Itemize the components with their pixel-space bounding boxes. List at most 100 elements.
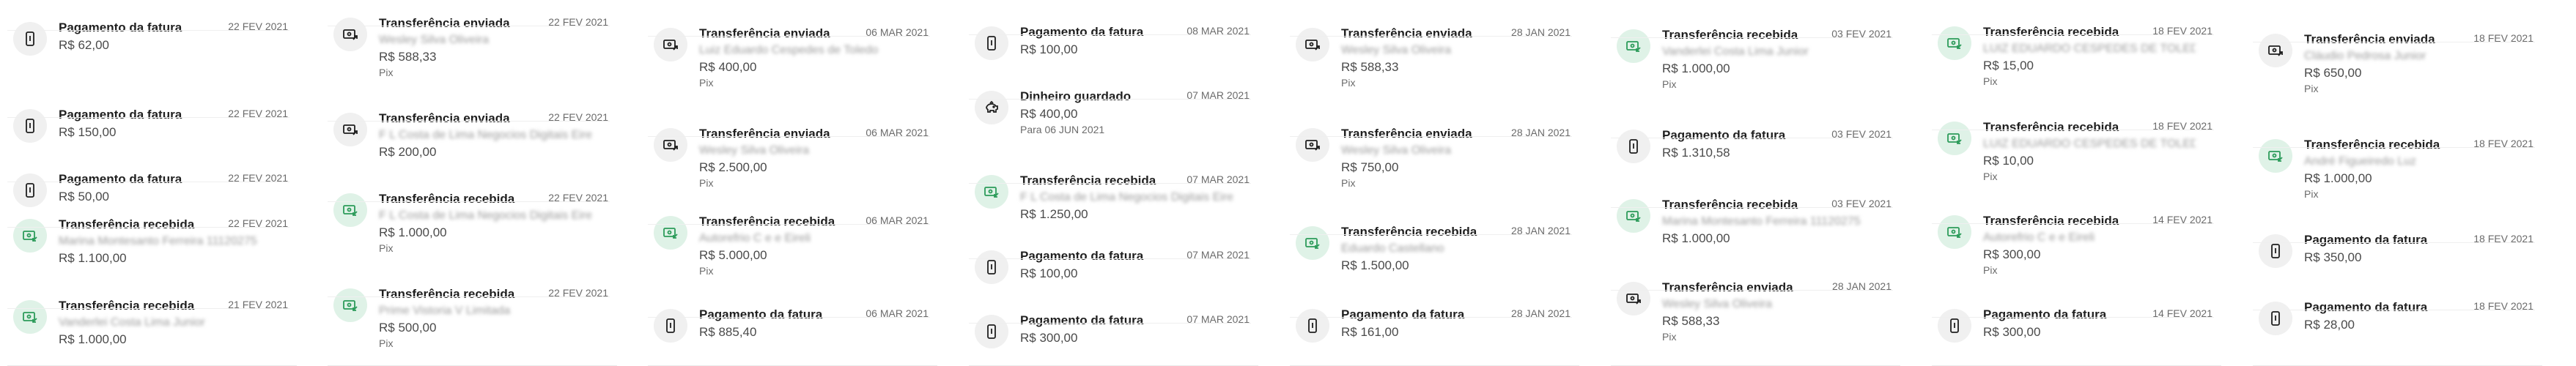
- icon: [333, 288, 367, 322]
- transaction-date: 21 FEV 2021: [228, 299, 288, 310]
- transaction-amount: R$ 62,00: [59, 38, 109, 52]
- counterparty-name: LUIZ EDUARDO CESPEDES DE TOLEDO: [1983, 138, 2196, 150]
- transaction-amount: R$ 1.500,00: [1341, 258, 1409, 272]
- transaction-date: 28 JAN 2021: [1511, 26, 1571, 38]
- transaction-date: 22 FEV 2021: [228, 108, 288, 119]
- statement-column: Transferência enviada 18 FEV 2021 Cláudio …: [2253, 0, 2542, 366]
- phone-invoice-icon: [26, 183, 34, 198]
- transaction-title: Transferência enviada: [1341, 127, 1472, 141]
- transaction-date: 06 MAR 2021: [866, 214, 929, 226]
- transaction-amount: R$ 500,00: [379, 321, 437, 335]
- undefined: [1947, 38, 1962, 49]
- transaction-amount: R$ 1.000,00: [1662, 61, 1730, 75]
- transaction-amount: R$ 300,00: [1983, 247, 2041, 261]
- icon: [1617, 199, 1650, 233]
- transaction-amount: R$ 588,33: [1341, 60, 1399, 74]
- payment-method: Pix: [379, 242, 394, 254]
- transaction-amount: R$ 1.310,58: [1662, 146, 1730, 160]
- counterparty-name: Wesley Silva Oliveira: [1341, 44, 1451, 56]
- phone-invoice-icon: [26, 119, 34, 133]
- phone-invoice-icon: [1938, 309, 1971, 343]
- payment-method: Pix: [379, 67, 394, 78]
- phone-invoice-icon: [13, 22, 47, 56]
- counterparty-name: Vanderlei Costa Lima Junior: [1662, 45, 1809, 58]
- payment-method: Pix: [379, 337, 394, 349]
- transaction-date: 28 JAN 2021: [1832, 280, 1892, 292]
- statement-column: Transferência recebida 03 FEV 2021 Vanderl…: [1611, 0, 1900, 366]
- transaction-title: Pagamento da fatura: [1020, 249, 1144, 263]
- transaction-date: 03 FEV 2021: [1831, 198, 1892, 209]
- undefined: [1305, 40, 1320, 51]
- transaction-title: Transferência recebida: [1983, 120, 2119, 134]
- transaction-date: 22 FEV 2021: [228, 217, 288, 229]
- transaction-date: 28 JAN 2021: [1511, 127, 1571, 138]
- savings-target-date: Para 06 JUN 2021: [1020, 124, 1105, 135]
- undefined: [1947, 227, 1962, 238]
- transaction-amount: R$ 150,00: [59, 125, 117, 139]
- transaction-date: 14 FEV 2021: [2152, 307, 2213, 319]
- transaction-amount: R$ 100,00: [1020, 266, 1078, 280]
- transaction-date: 28 JAN 2021: [1511, 307, 1571, 319]
- transaction-amount: R$ 1.100,00: [59, 251, 127, 265]
- undefined: [663, 140, 678, 151]
- payment-method: Pix: [1341, 77, 1356, 89]
- phone-invoice-icon: [1296, 309, 1329, 343]
- transaction-amount: R$ 300,00: [1020, 331, 1078, 345]
- counterparty-name: Autorefrio C e e Eireli: [699, 232, 811, 244]
- statement-column: Transferência enviada 22 FEV 2021 Wesley S…: [328, 0, 617, 366]
- icon: [654, 216, 687, 250]
- piggy-bank-icon: [986, 100, 998, 113]
- phone-invoice-icon: [2271, 244, 2280, 258]
- payment-method: Pix: [1983, 264, 1998, 276]
- transaction-title: Transferência recebida: [59, 217, 195, 231]
- statement-column: Transferência enviada 28 JAN 2021 Wesley S…: [1290, 0, 1579, 366]
- phone-invoice-icon: [975, 250, 1008, 284]
- undefined: [23, 231, 37, 242]
- transaction-title: Transferência recebida: [1341, 225, 1477, 239]
- transaction-date: 06 MAR 2021: [866, 127, 929, 138]
- phone-invoice-icon: [26, 31, 34, 46]
- statement-column: Transferência enviada 06 MAR 2021 Luiz Edu…: [648, 0, 937, 366]
- transaction-amount: R$ 1.000,00: [1662, 231, 1730, 245]
- icon: [2259, 139, 2292, 173]
- phone-invoice-icon: [2259, 234, 2292, 268]
- transaction-title: Pagamento da fatura: [2304, 233, 2428, 247]
- transaction-date: 07 MAR 2021: [1186, 313, 1250, 325]
- phone-invoice-icon: [654, 309, 687, 343]
- transaction-title: Dinheiro guardado: [1020, 89, 1132, 103]
- counterparty-name: LUIZ EDUARDO CESPEDES DE TOLEDO: [1983, 42, 2196, 55]
- transaction-amount: R$ 28,00: [2304, 318, 2355, 332]
- piggy-bank-icon: [975, 91, 1008, 124]
- transaction-title: Transferência enviada: [699, 127, 830, 141]
- phone-invoice-icon: [975, 26, 1008, 60]
- counterparty-name: Autorefrio C e e Eireli: [1983, 231, 2095, 244]
- transaction-amount: R$ 2.500,00: [699, 160, 767, 174]
- icon: [1296, 128, 1329, 162]
- transaction-title: Transferência recebida: [2304, 138, 2440, 152]
- counterparty-name: Wesley Silva Oliveira: [1341, 144, 1451, 157]
- payment-method: Pix: [1662, 331, 1677, 343]
- transaction-amount: R$ 50,00: [59, 190, 109, 203]
- phone-invoice-icon: [987, 36, 996, 51]
- transaction-title: Transferência recebida: [59, 299, 195, 313]
- transaction-amount: R$ 1.000,00: [2304, 171, 2372, 185]
- payment-method: Pix: [699, 177, 714, 189]
- transaction-title: Transferência enviada: [379, 111, 510, 125]
- undefined: [343, 205, 358, 216]
- payment-method: Pix: [2304, 188, 2319, 200]
- undefined: [1305, 238, 1320, 249]
- transaction-title: Pagamento da fatura: [2304, 300, 2428, 314]
- icon: [333, 113, 367, 146]
- transaction-amount: R$ 400,00: [699, 60, 757, 74]
- icon: [1938, 122, 1971, 155]
- counterparty-name: Wesley Silva Oliveira: [379, 34, 489, 46]
- transaction-amount: R$ 300,00: [1983, 325, 2041, 339]
- undefined: [1626, 41, 1641, 52]
- transaction-amount: R$ 588,33: [379, 50, 437, 64]
- icon: [1617, 282, 1650, 315]
- transaction-amount: R$ 750,00: [1341, 160, 1399, 174]
- transaction-title: Transferência enviada: [379, 16, 510, 30]
- transaction-date: 08 MAR 2021: [1186, 25, 1250, 37]
- undefined: [1305, 140, 1320, 151]
- counterparty-name: Wesley Silva Oliveira: [699, 144, 809, 157]
